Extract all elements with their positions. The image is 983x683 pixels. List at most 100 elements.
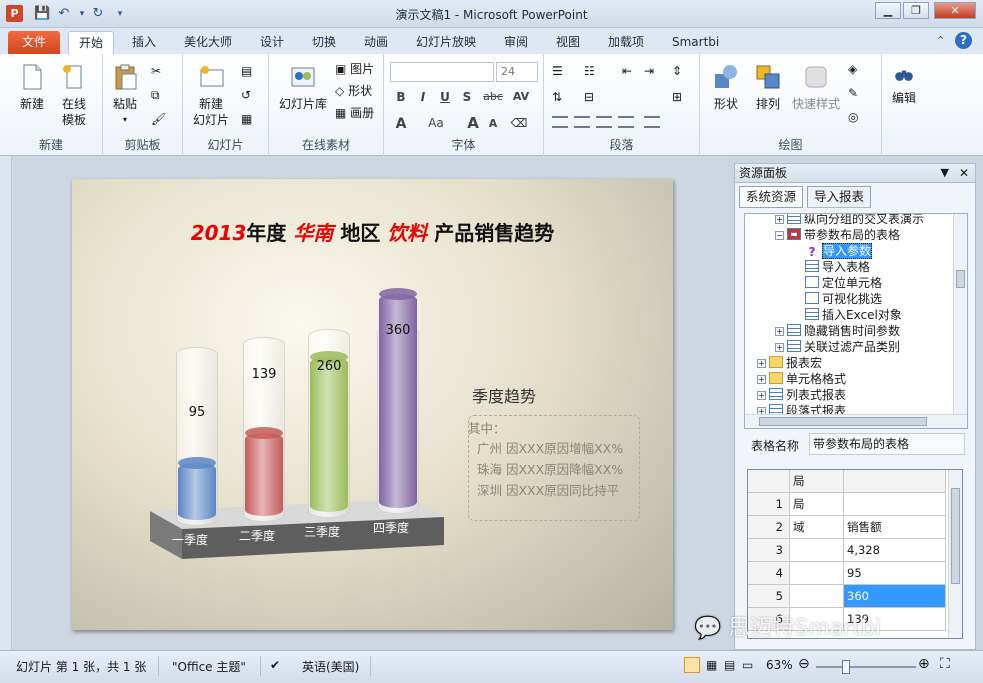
cut-icon[interactable]: ✂ (151, 62, 161, 80)
grow-font-button[interactable]: A (464, 114, 482, 132)
bullets-icon[interactable]: ☰ (552, 62, 563, 80)
tab-smartbi[interactable]: Smartbi (662, 31, 729, 54)
smartart-icon[interactable]: ⊞ (672, 88, 682, 106)
slide-sorter-icon[interactable]: ▦ (706, 658, 717, 672)
shape-fill-icon[interactable]: ◈ (848, 60, 857, 78)
line-spacing-icon[interactable]: ⇕ (672, 62, 682, 80)
justify-icon[interactable] (618, 116, 634, 128)
panel-close-icon[interactable]: ✕ (959, 164, 969, 182)
copy-icon[interactable]: ⧉ (151, 86, 160, 104)
tree-horizontal-scrollbar[interactable] (745, 414, 967, 428)
slideshow-view-icon[interactable]: ▭ (742, 658, 753, 672)
columns-icon[interactable] (644, 116, 660, 128)
online-template-button[interactable]: 在线 模板 (54, 62, 94, 128)
minimize-button[interactable]: ▁ (875, 2, 901, 19)
chart-bar[interactable]: 360 (377, 179, 419, 630)
grid-cell[interactable]: 95 (844, 562, 946, 585)
tree-node[interactable]: + 列表式报表 (757, 387, 846, 403)
tab-animations[interactable]: 动画 (354, 31, 398, 54)
zoom-in-icon[interactable]: ⊕ (918, 656, 930, 672)
tree-node[interactable]: ? 导入参数 (793, 243, 873, 259)
online-picture-button[interactable]: ▣ 图片 (335, 60, 374, 78)
change-case-button[interactable]: A (392, 116, 410, 132)
align-right-icon[interactable] (596, 116, 612, 128)
shape-outline-icon[interactable]: ✎ (848, 84, 858, 102)
char-spacing-button[interactable]: AV (510, 90, 532, 103)
collapse-icon[interactable]: − (775, 231, 784, 240)
text-direction-icon[interactable]: ⇅ (552, 88, 562, 106)
tab-beautify[interactable]: 美化大师 (174, 31, 242, 54)
layout-icon[interactable]: ▤ (241, 62, 252, 80)
quick-styles-button[interactable]: 快速样式 (788, 62, 844, 112)
paste-dropdown-icon[interactable]: ▾ (107, 112, 143, 128)
expand-icon[interactable]: + (757, 359, 766, 368)
decrease-indent-icon[interactable]: ⇤ (622, 62, 632, 80)
numbering-icon[interactable]: ☷ (584, 62, 595, 80)
paste-button[interactable]: 粘贴 ▾ (107, 62, 143, 128)
slide-library-button[interactable]: 幻灯片库 (275, 62, 331, 112)
reset-icon[interactable]: ↺ (241, 86, 251, 104)
grid-row-header[interactable]: 4 (748, 562, 790, 585)
panel-menu-icon[interactable]: ▼ (941, 164, 949, 182)
tree-hscroll-thumb[interactable] (759, 417, 927, 426)
chart-bar[interactable]: 139 (243, 179, 285, 630)
section-icon[interactable]: ▦ (241, 110, 252, 128)
clear-format-icon[interactable]: ⌫ (510, 116, 528, 130)
online-shape-button[interactable]: ◇ 形状 (335, 82, 372, 100)
grid-cell[interactable]: 域 (790, 516, 844, 539)
tree-node[interactable]: 可视化挑选 (793, 291, 882, 307)
align-left-icon[interactable] (552, 116, 568, 128)
font-case-button[interactable]: Aa (424, 116, 448, 130)
tree-node[interactable]: 插入Excel对象 (793, 307, 902, 323)
grid-vertical-scrollbar[interactable] (948, 470, 962, 638)
shape-effects-icon[interactable]: ◎ (848, 108, 858, 126)
tab-insert[interactable]: 插入 (122, 31, 166, 54)
grid-cell[interactable]: 销售额 (844, 516, 946, 539)
grid-cell[interactable]: 4,328 (844, 539, 946, 562)
italic-button[interactable]: I (414, 90, 432, 104)
new-slide-button[interactable]: 新建 幻灯片 (189, 62, 233, 128)
tree-vertical-scrollbar[interactable] (953, 214, 967, 414)
expand-icon[interactable]: + (775, 327, 784, 336)
tab-file[interactable]: 文件 (8, 31, 61, 54)
expand-icon[interactable]: + (775, 343, 784, 352)
tab-addins[interactable]: 加载项 (598, 31, 654, 54)
zoom-slider-thumb[interactable] (842, 660, 850, 674)
grid-cell[interactable] (790, 539, 844, 562)
new-button[interactable]: 新建 (12, 62, 52, 112)
edit-button[interactable]: 编辑 (886, 64, 922, 106)
grid-cell[interactable]: 360 (844, 585, 946, 608)
bold-button[interactable]: B (392, 90, 410, 104)
tree-node[interactable]: + 单元格格式 (757, 371, 846, 387)
align-text-icon[interactable]: ⊟ (584, 88, 594, 106)
language-indicator[interactable]: 英语(美国) (302, 658, 359, 675)
tree-node[interactable]: − 带参数布局的表格 (775, 227, 900, 243)
grid-row-header[interactable]: 1 (748, 493, 790, 516)
season-trend-title[interactable]: 季度趋势 (472, 383, 536, 407)
underline-button[interactable]: U (436, 90, 454, 104)
shapes-button[interactable]: 形状 (706, 62, 746, 112)
grid-row-header[interactable]: 2 (748, 516, 790, 539)
chart-bar[interactable]: 260 (308, 179, 350, 630)
tree-node[interactable]: 定位单元格 (793, 275, 882, 291)
tab-view[interactable]: 视图 (546, 31, 590, 54)
collapse-ribbon-icon[interactable]: ⌃ (936, 34, 945, 47)
strikethrough-button[interactable]: abc (480, 90, 506, 103)
tab-import-report[interactable]: 导入报表 (807, 186, 872, 208)
tab-slideshow[interactable]: 幻灯片放映 (406, 31, 486, 54)
tree-node[interactable]: + 报表宏 (757, 355, 822, 371)
arrange-button[interactable]: 排列 (748, 62, 788, 112)
expand-icon[interactable]: + (757, 375, 766, 384)
tab-review[interactable]: 审阅 (494, 31, 538, 54)
tree-node[interactable]: + 纵向分组的交叉表演示 (775, 214, 924, 227)
resource-tree[interactable]: + 纵向分组的交叉表演示 − 带参数布局的表格? 导入参数 导入表格 定位单元格 可视化挑选插… (744, 213, 968, 429)
expand-icon[interactable]: + (775, 215, 784, 224)
zoom-level[interactable]: 63% (766, 658, 793, 672)
grid-cell[interactable] (844, 493, 946, 516)
grid-row-header[interactable]: 5 (748, 585, 790, 608)
grid-scroll-thumb[interactable] (951, 488, 960, 584)
reading-view-icon[interactable]: ▤ (724, 658, 735, 672)
font-name-dropdown[interactable] (390, 62, 494, 82)
shadow-button[interactable]: S (458, 90, 476, 104)
theme-name[interactable]: "Office 主题" (172, 658, 246, 675)
